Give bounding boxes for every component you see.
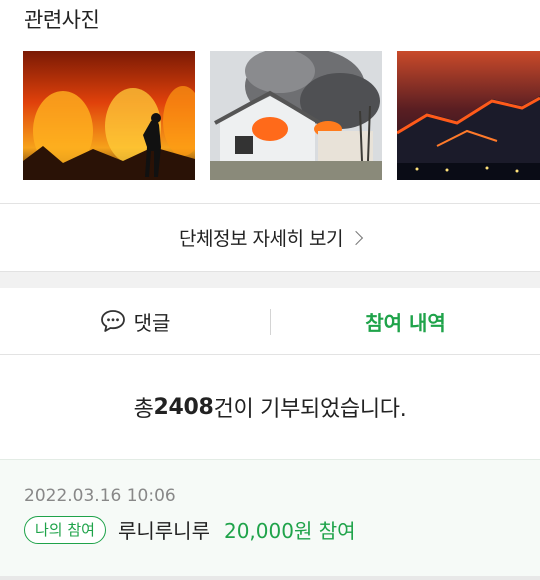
related-photos-title: 관련사진 (24, 8, 100, 32)
donor-name: 루니루니루 (117, 519, 210, 543)
donation-count: 2408 (153, 394, 214, 420)
speech-bubble-icon (100, 310, 125, 332)
donation-row: 나의 참여 루니루니루 20,000원 참여 (24, 515, 356, 544)
related-photos-strip[interactable] (0, 51, 540, 180)
summary-prefix: 총 (133, 397, 154, 422)
summary-suffix: 건이 기부되었습니다. (213, 397, 407, 422)
tab-comments[interactable]: 댓글 (0, 288, 270, 354)
section-gap (0, 271, 540, 288)
mountain-fire-night-photo[interactable] (397, 51, 540, 180)
chevron-right-icon (348, 230, 364, 246)
tab-comments-label: 댓글 (133, 310, 171, 335)
donation-total-summary: 총 2408 건이 기부되었습니다. (0, 355, 540, 459)
burning-house-photo[interactable] (210, 51, 382, 180)
donation-date: 2022.03.16 10:06 (24, 486, 176, 506)
organization-detail-link[interactable]: 단체정보 자세히 보기 (0, 204, 540, 271)
donation-amount: 20,000원 참여 (223, 519, 356, 543)
donation-list-item: 2022.03.16 10:06 나의 참여 루니루니루 20,000원 참여 (0, 459, 540, 580)
my-participation-badge: 나의 참여 (24, 515, 106, 544)
tab-participation-history[interactable]: 참여 내역 (271, 288, 540, 354)
tab-history-label: 참여 내역 (365, 310, 446, 335)
bottom-divider (0, 576, 540, 580)
organization-detail-label: 단체정보 자세히 보기 (179, 228, 343, 250)
wildfire-firefighter-photo[interactable] (23, 51, 195, 180)
tab-bar: 댓글 참여 내역 (0, 288, 540, 355)
